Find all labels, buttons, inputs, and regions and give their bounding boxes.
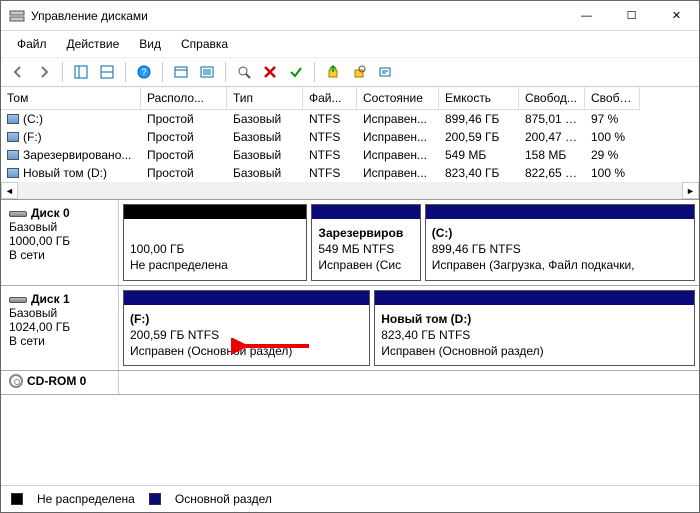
partitions: (F:)200,59 ГБ NTFSИсправен (Основной раз… [119,286,699,371]
partition-color-bar [124,291,369,305]
menubar: Файл Действие Вид Справка [1,31,699,58]
volume-icon [7,114,19,124]
window-buttons: — ☐ ✕ [564,1,699,30]
separator [314,62,315,82]
table-row[interactable]: Зарезервировано...ПростойБазовыйNTFSИспр… [1,146,699,164]
menu-action[interactable]: Действие [59,35,128,53]
settings-button[interactable] [170,61,192,83]
partition[interactable]: (C:)899,46 ГБ NTFSИсправен (Загрузка, Фа… [425,204,695,281]
back-button[interactable] [7,61,29,83]
volume-icon [7,132,19,142]
disk-icon [9,211,27,217]
action-icon-2[interactable] [348,61,370,83]
swatch-primary [149,493,161,505]
disk-header[interactable]: Диск 0Базовый1000,00 ГБВ сети [1,200,119,285]
volume-grid: Том Располо... Тип Фай... Состояние Емко… [1,87,699,200]
legend: Не распределена Основной раздел [1,485,699,512]
col-capacity[interactable]: Емкость [439,87,519,110]
partition[interactable]: (F:)200,59 ГБ NTFSИсправен (Основной раз… [123,290,370,367]
col-status[interactable]: Состояние [357,87,439,110]
separator [125,62,126,82]
show-hide-panel-button[interactable] [96,61,118,83]
scroll-left-icon[interactable]: ◄ [1,182,18,199]
delete-button[interactable] [259,61,281,83]
app-icon [9,8,25,24]
separator [62,62,63,82]
apply-button[interactable] [285,61,307,83]
properties-button[interactable] [233,61,255,83]
close-button[interactable]: ✕ [654,1,699,30]
maximize-button[interactable]: ☐ [609,1,654,30]
menu-view[interactable]: Вид [131,35,169,53]
col-free[interactable]: Свобод... [519,87,585,110]
partitions: 100,00 ГБНе распределенаЗарезервиров549 … [119,200,699,285]
partition-color-bar [426,205,694,219]
titlebar: Управление дисками — ☐ ✕ [1,1,699,31]
partition-color-bar [312,205,419,219]
show-hide-tree-button[interactable] [70,61,92,83]
graphical-view: Диск 0Базовый1000,00 ГБВ сети 100,00 ГБН… [1,200,699,485]
content: Том Располо... Тип Фай... Состояние Емко… [1,87,699,512]
partition-color-bar [375,291,694,305]
separator [162,62,163,82]
partition[interactable]: Зарезервиров549 МБ NTFSИсправен (Сис [311,204,420,281]
menu-help[interactable]: Справка [173,35,236,53]
forward-button[interactable] [33,61,55,83]
svg-text:?: ? [141,67,146,77]
disk-row: Диск 0Базовый1000,00 ГБВ сети 100,00 ГБН… [1,200,699,286]
cdrom-icon [9,374,23,388]
volume-icon [7,150,19,160]
disk-icon [9,297,27,303]
legend-primary: Основной раздел [175,492,272,506]
col-type[interactable]: Тип [227,87,303,110]
partition[interactable]: Новый том (D:)823,40 ГБ NTFSИсправен (Ос… [374,290,695,367]
horizontal-scrollbar[interactable]: ◄ ► [1,182,699,199]
action-icon-1[interactable] [322,61,344,83]
help-button[interactable]: ? [133,61,155,83]
partition[interactable]: 100,00 ГБНе распределена [123,204,307,281]
toolbar: ? [1,58,699,87]
cdrom-name: CD-ROM 0 [27,374,86,388]
cdrom-row[interactable]: CD-ROM 0 [1,371,699,395]
swatch-unallocated [11,493,23,505]
col-pct[interactable]: Свобо... [585,87,640,110]
col-fs[interactable]: Фай... [303,87,357,110]
action-icon-3[interactable] [374,61,396,83]
table-row[interactable]: (C:)ПростойБазовыйNTFSИсправен...899,46 … [1,110,699,128]
window-title: Управление дисками [31,9,564,23]
list-button[interactable] [196,61,218,83]
table-row[interactable]: (F:)ПростойБазовыйNTFSИсправен...200,59 … [1,128,699,146]
scroll-right-icon[interactable]: ► [682,182,699,199]
col-volume[interactable]: Том [1,87,141,110]
legend-unallocated: Не распределена [37,492,135,506]
separator [225,62,226,82]
table-row[interactable]: Новый том (D:)ПростойБазовыйNTFSИсправен… [1,164,699,182]
disk-row: Диск 1Базовый1024,00 ГБВ сети(F:)200,59 … [1,286,699,372]
grid-header: Том Располо... Тип Фай... Состояние Емко… [1,87,699,110]
disk-header[interactable]: Диск 1Базовый1024,00 ГБВ сети [1,286,119,371]
minimize-button[interactable]: — [564,1,609,30]
volume-icon [7,168,19,178]
partition-color-bar [124,205,306,219]
menu-file[interactable]: Файл [9,35,55,53]
col-layout[interactable]: Располо... [141,87,227,110]
